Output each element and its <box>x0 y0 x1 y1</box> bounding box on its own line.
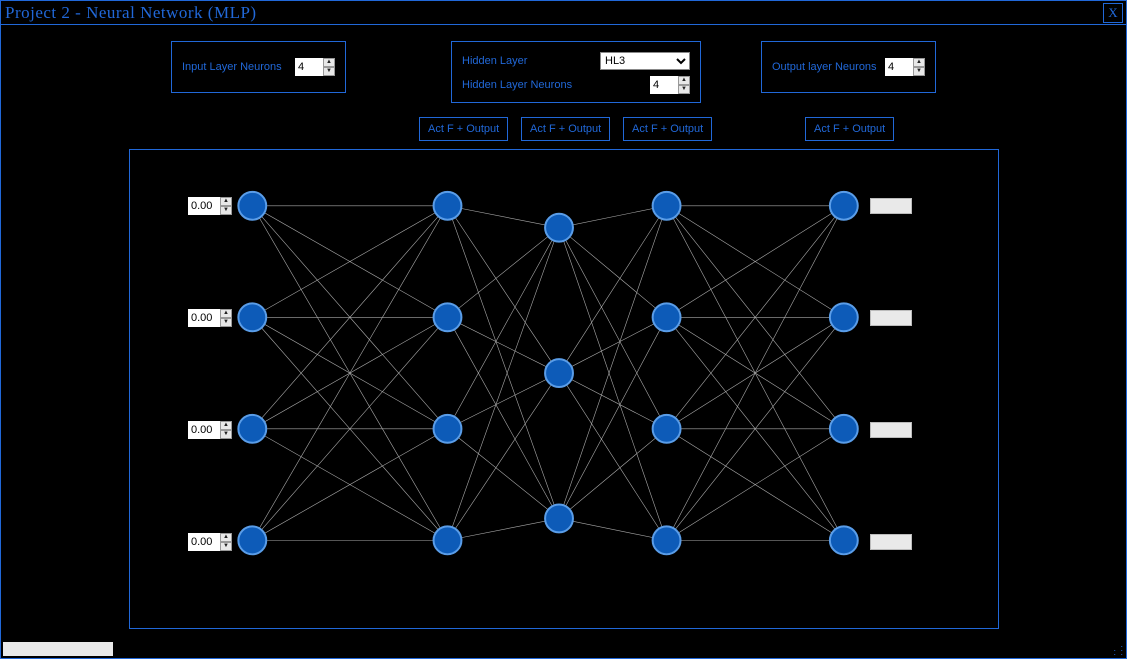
group-hidden-layer: Hidden Layer HL3 Hidden Layer Neurons ▲ … <box>451 41 701 103</box>
neuron-node[interactable] <box>830 303 858 331</box>
edge <box>559 206 667 228</box>
network-canvas: ▲▼▲▼▲▼▲▼ <box>129 149 999 629</box>
actf-button-hl2[interactable]: Act F + Output <box>521 117 610 141</box>
output-neuron-value <box>870 534 912 550</box>
spinner-down-icon[interactable]: ▼ <box>220 430 232 439</box>
edge <box>447 429 559 519</box>
neuron-node[interactable] <box>238 415 266 443</box>
group-input-layer: Input Layer Neurons ▲ ▼ <box>171 41 346 93</box>
actf-button-row: Act F + Output Act F + Output Act F + Ou… <box>1 117 1126 147</box>
group-output-layer: Output layer Neurons ▲ ▼ <box>761 41 936 93</box>
edge <box>559 206 667 519</box>
neuron-node[interactable] <box>653 192 681 220</box>
spinner-down-icon[interactable]: ▼ <box>220 318 232 327</box>
spinner-up-icon[interactable]: ▲ <box>220 533 232 542</box>
neuron-node[interactable] <box>830 526 858 554</box>
status-strip <box>3 642 113 656</box>
window-frame: Project 2 - Neural Network (MLP) X Input… <box>0 0 1127 659</box>
edge <box>447 317 559 373</box>
hidden-layer-label: Hidden Layer <box>462 55 527 67</box>
input-layer-label: Input Layer Neurons <box>182 61 282 73</box>
spinner-up-icon[interactable]: ▲ <box>220 421 232 430</box>
input-neuron-value[interactable] <box>188 197 220 215</box>
input-neuron-spinner[interactable]: ▲▼ <box>188 309 232 327</box>
edge <box>559 373 667 429</box>
actf-button-hl3[interactable]: Act F + Output <box>623 117 712 141</box>
spinner-up-icon[interactable]: ▲ <box>323 58 335 67</box>
hidden-neurons-label: Hidden Layer Neurons <box>462 79 572 91</box>
edge <box>559 429 667 519</box>
network-svg <box>130 150 998 628</box>
hidden-neurons-value[interactable] <box>650 76 678 94</box>
neuron-node[interactable] <box>238 526 266 554</box>
output-neuron-value <box>870 310 912 326</box>
neuron-node[interactable] <box>545 214 573 242</box>
neuron-node[interactable] <box>434 415 462 443</box>
output-layer-value[interactable] <box>885 58 913 76</box>
edge <box>447 206 559 228</box>
neuron-node[interactable] <box>653 415 681 443</box>
neuron-node[interactable] <box>238 303 266 331</box>
controls-row: Input Layer Neurons ▲ ▼ Hidden Layer HL3… <box>1 41 1126 111</box>
input-neuron-value[interactable] <box>188 421 220 439</box>
output-neuron-value <box>870 198 912 214</box>
edge <box>559 228 667 541</box>
input-neuron-spinner[interactable]: ▲▼ <box>188 533 232 551</box>
output-layer-spinner[interactable]: ▲ ▼ <box>885 58 925 76</box>
spinner-down-icon[interactable]: ▼ <box>678 85 690 94</box>
spinner-up-icon[interactable]: ▲ <box>220 197 232 206</box>
edge <box>559 317 667 373</box>
neuron-node[interactable] <box>238 192 266 220</box>
title-bar: Project 2 - Neural Network (MLP) X <box>1 1 1126 25</box>
input-neuron-spinner[interactable]: ▲▼ <box>188 197 232 215</box>
spinner-down-icon[interactable]: ▼ <box>323 67 335 76</box>
input-neuron-spinner[interactable]: ▲▼ <box>188 421 232 439</box>
edge <box>447 228 559 318</box>
neuron-node[interactable] <box>653 303 681 331</box>
neuron-node[interactable] <box>434 303 462 331</box>
spinner-up-icon[interactable]: ▲ <box>913 58 925 67</box>
spinner-up-icon[interactable]: ▲ <box>678 76 690 85</box>
resize-grip-icon[interactable]: .. .. . . <box>1110 642 1124 656</box>
output-layer-label: Output layer Neurons <box>772 61 877 73</box>
neuron-node[interactable] <box>434 192 462 220</box>
window-title: Project 2 - Neural Network (MLP) <box>5 3 257 23</box>
neuron-node[interactable] <box>830 415 858 443</box>
edge <box>447 518 559 540</box>
hidden-layer-select[interactable]: HL3 <box>600 52 690 70</box>
edge <box>559 518 667 540</box>
edge <box>559 228 667 318</box>
input-layer-value[interactable] <box>295 58 323 76</box>
input-neuron-value[interactable] <box>188 309 220 327</box>
hidden-neurons-spinner[interactable]: ▲ ▼ <box>650 76 690 94</box>
neuron-node[interactable] <box>545 359 573 387</box>
input-layer-spinner[interactable]: ▲ ▼ <box>295 58 335 76</box>
neuron-node[interactable] <box>653 526 681 554</box>
spinner-down-icon[interactable]: ▼ <box>220 542 232 551</box>
output-neuron-value <box>870 422 912 438</box>
neuron-node[interactable] <box>434 526 462 554</box>
edge <box>447 373 559 429</box>
edge <box>447 228 559 541</box>
input-neuron-value[interactable] <box>188 533 220 551</box>
spinner-down-icon[interactable]: ▼ <box>913 67 925 76</box>
neuron-node[interactable] <box>830 192 858 220</box>
actf-button-hl1[interactable]: Act F + Output <box>419 117 508 141</box>
spinner-up-icon[interactable]: ▲ <box>220 309 232 318</box>
spinner-down-icon[interactable]: ▼ <box>220 206 232 215</box>
edge <box>447 206 559 519</box>
neuron-node[interactable] <box>545 505 573 533</box>
actf-button-output[interactable]: Act F + Output <box>805 117 894 141</box>
close-button[interactable]: X <box>1103 3 1123 23</box>
